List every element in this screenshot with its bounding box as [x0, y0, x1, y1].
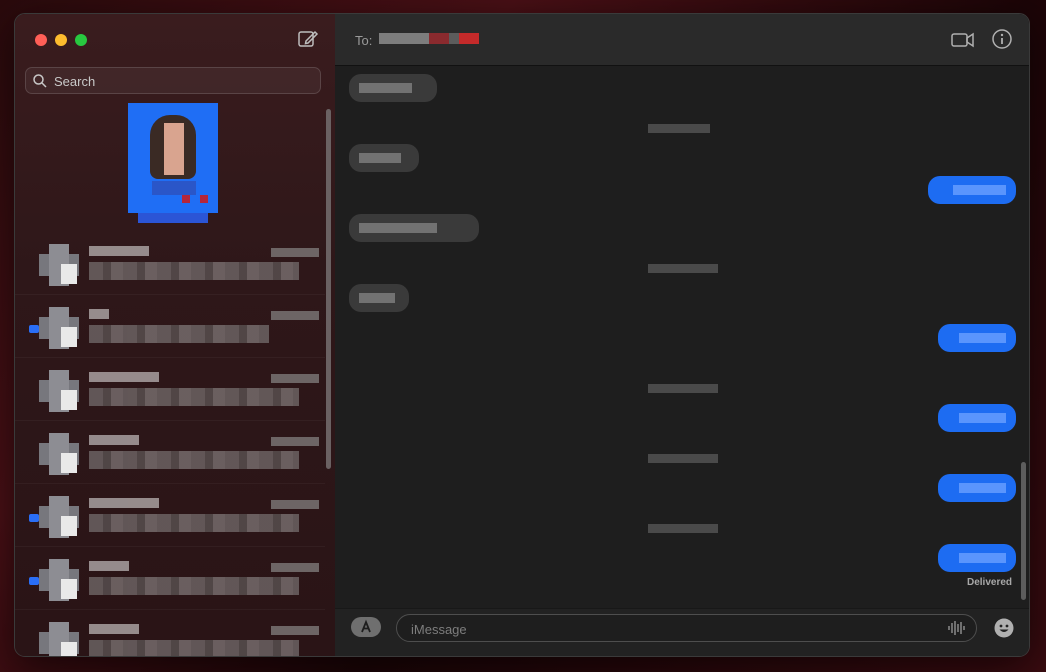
conversation-name: ▒▒▒▒▒▒	[89, 624, 139, 634]
emoji-icon[interactable]	[993, 617, 1015, 639]
conversation-time: ▒▒▒	[271, 563, 319, 572]
compose-icon[interactable]	[297, 28, 319, 50]
unread-indicator	[29, 577, 39, 585]
outgoing-message[interactable]	[938, 544, 1016, 572]
message-input[interactable]	[409, 615, 943, 643]
sidebar-scrollbar[interactable]	[326, 109, 331, 469]
avatar	[39, 244, 79, 286]
avatar	[39, 307, 79, 349]
conversation-preview: ▒▒▒▒▒▒▒▒	[89, 325, 269, 343]
outgoing-message[interactable]	[928, 176, 1016, 204]
avatar	[39, 433, 79, 475]
message-timestamp	[648, 264, 718, 273]
message-timestamp	[648, 124, 710, 133]
video-call-icon[interactable]	[951, 29, 975, 51]
app-store-icon[interactable]	[351, 617, 381, 637]
conversation-preview: ▒▒▒▒▒▒▒▒	[89, 514, 299, 532]
pinned-name-redacted	[138, 213, 208, 223]
conversation-item[interactable]: ▒▒▒▒▒▒ ▒▒▒ ▒▒▒▒▒▒▒▒	[15, 295, 325, 358]
avatar	[39, 370, 79, 412]
conversation-time: ▒▒▒	[271, 311, 319, 320]
message-timestamp	[648, 384, 718, 393]
conversation-header: To: ▒▒▒▒▒▒▒	[335, 14, 1029, 66]
conversation-name: ▒▒▒▒▒▒	[89, 498, 159, 508]
conversation-time: ▒▒▒	[271, 626, 319, 635]
conversation-time: ▒▒▒	[271, 500, 319, 509]
conversation-time: ▒▒▒	[271, 437, 319, 446]
conversation-preview: ▒▒▒▒▒▒▒▒	[89, 388, 299, 406]
conversation-item[interactable]: ▒▒▒▒▒▒ ▒▒▒ ▒▒▒▒▒▒▒▒	[15, 232, 325, 295]
avatar	[39, 622, 79, 656]
outgoing-message[interactable]	[938, 404, 1016, 432]
conversation-preview: ▒▒▒▒▒▒▒▒	[89, 451, 299, 469]
search-field[interactable]	[25, 67, 321, 95]
to-label: To:	[355, 33, 373, 48]
avatar	[39, 559, 79, 601]
message-timestamp	[648, 524, 718, 533]
conversation-name: ▒▒▒▒▒▒	[89, 435, 139, 445]
message-field[interactable]	[396, 614, 977, 643]
unread-indicator	[29, 514, 39, 522]
incoming-message[interactable]	[349, 214, 479, 242]
conversation-name: ▒▒▒▒▒▒	[89, 309, 109, 319]
conversation-preview: ▒▒▒▒▒▒▒▒	[89, 262, 299, 280]
incoming-message[interactable]	[349, 74, 437, 102]
conversation-name: ▒▒▒▒▒▒	[89, 372, 159, 382]
conversation-name: ▒▒▒▒▒▒	[89, 561, 129, 571]
sidebar: ▒▒▒▒▒▒ ▒▒▒ ▒▒▒▒▒▒▒▒ ▒▒▒▒▒▒ ▒▒▒ ▒▒▒▒▒▒▒▒ …	[15, 14, 336, 656]
conversation-preview: ▒▒▒▒▒▒▒▒	[89, 640, 299, 656]
composer-bar	[335, 608, 1029, 656]
conversation-item[interactable]: ▒▒▒▒▒▒ ▒▒▒ ▒▒▒▒▒▒▒▒	[15, 547, 325, 610]
conversation-name: ▒▒▒▒▒▒	[89, 246, 149, 256]
close-window-button[interactable]	[35, 34, 47, 46]
avatar	[128, 103, 218, 213]
conversation-time: ▒▒▒	[271, 374, 319, 383]
conversation-list: ▒▒▒▒▒▒ ▒▒▒ ▒▒▒▒▒▒▒▒ ▒▒▒▒▒▒ ▒▒▒ ▒▒▒▒▒▒▒▒ …	[15, 232, 325, 656]
minimize-window-button[interactable]	[55, 34, 67, 46]
incoming-message[interactable]	[349, 284, 409, 312]
search-input[interactable]	[52, 68, 316, 95]
conversation-item[interactable]: ▒▒▒▒▒▒ ▒▒▒ ▒▒▒▒▒▒▒▒	[15, 358, 325, 421]
conversation-preview: ▒▒▒▒▒▒▒▒	[89, 577, 299, 595]
info-icon[interactable]	[991, 28, 1013, 50]
conversation-item[interactable]: ▒▒▒▒▒▒ ▒▒▒ ▒▒▒▒▒▒▒▒	[15, 484, 325, 547]
conversation-item[interactable]: ▒▒▒▒▒▒ ▒▒▒ ▒▒▒▒▒▒▒▒	[15, 421, 325, 484]
unread-indicator	[29, 325, 39, 333]
message-transcript	[335, 66, 1029, 606]
recipient-name[interactable]: ▒▒▒▒▒▒▒	[379, 33, 479, 44]
message-timestamp	[648, 454, 718, 463]
outgoing-message[interactable]	[938, 324, 1016, 352]
messages-window: ▒▒▒▒▒▒ ▒▒▒ ▒▒▒▒▒▒▒▒ ▒▒▒▒▒▒ ▒▒▒ ▒▒▒▒▒▒▒▒ …	[14, 13, 1030, 657]
conversation-time: ▒▒▒	[271, 248, 319, 257]
avatar	[39, 496, 79, 538]
search-icon	[32, 73, 48, 89]
audio-waveform-icon[interactable]	[947, 620, 965, 636]
pinned-conversation[interactable]	[128, 103, 218, 224]
delivery-status: Delivered	[967, 577, 1013, 588]
outgoing-message[interactable]	[938, 474, 1016, 502]
conversation-pane: To: ▒▒▒▒▒▒▒	[335, 14, 1029, 656]
incoming-message[interactable]	[349, 144, 419, 172]
transcript-scrollbar[interactable]	[1021, 462, 1026, 600]
zoom-window-button[interactable]	[75, 34, 87, 46]
conversation-item[interactable]: ▒▒▒▒▒▒ ▒▒▒ ▒▒▒▒▒▒▒▒	[15, 610, 325, 656]
